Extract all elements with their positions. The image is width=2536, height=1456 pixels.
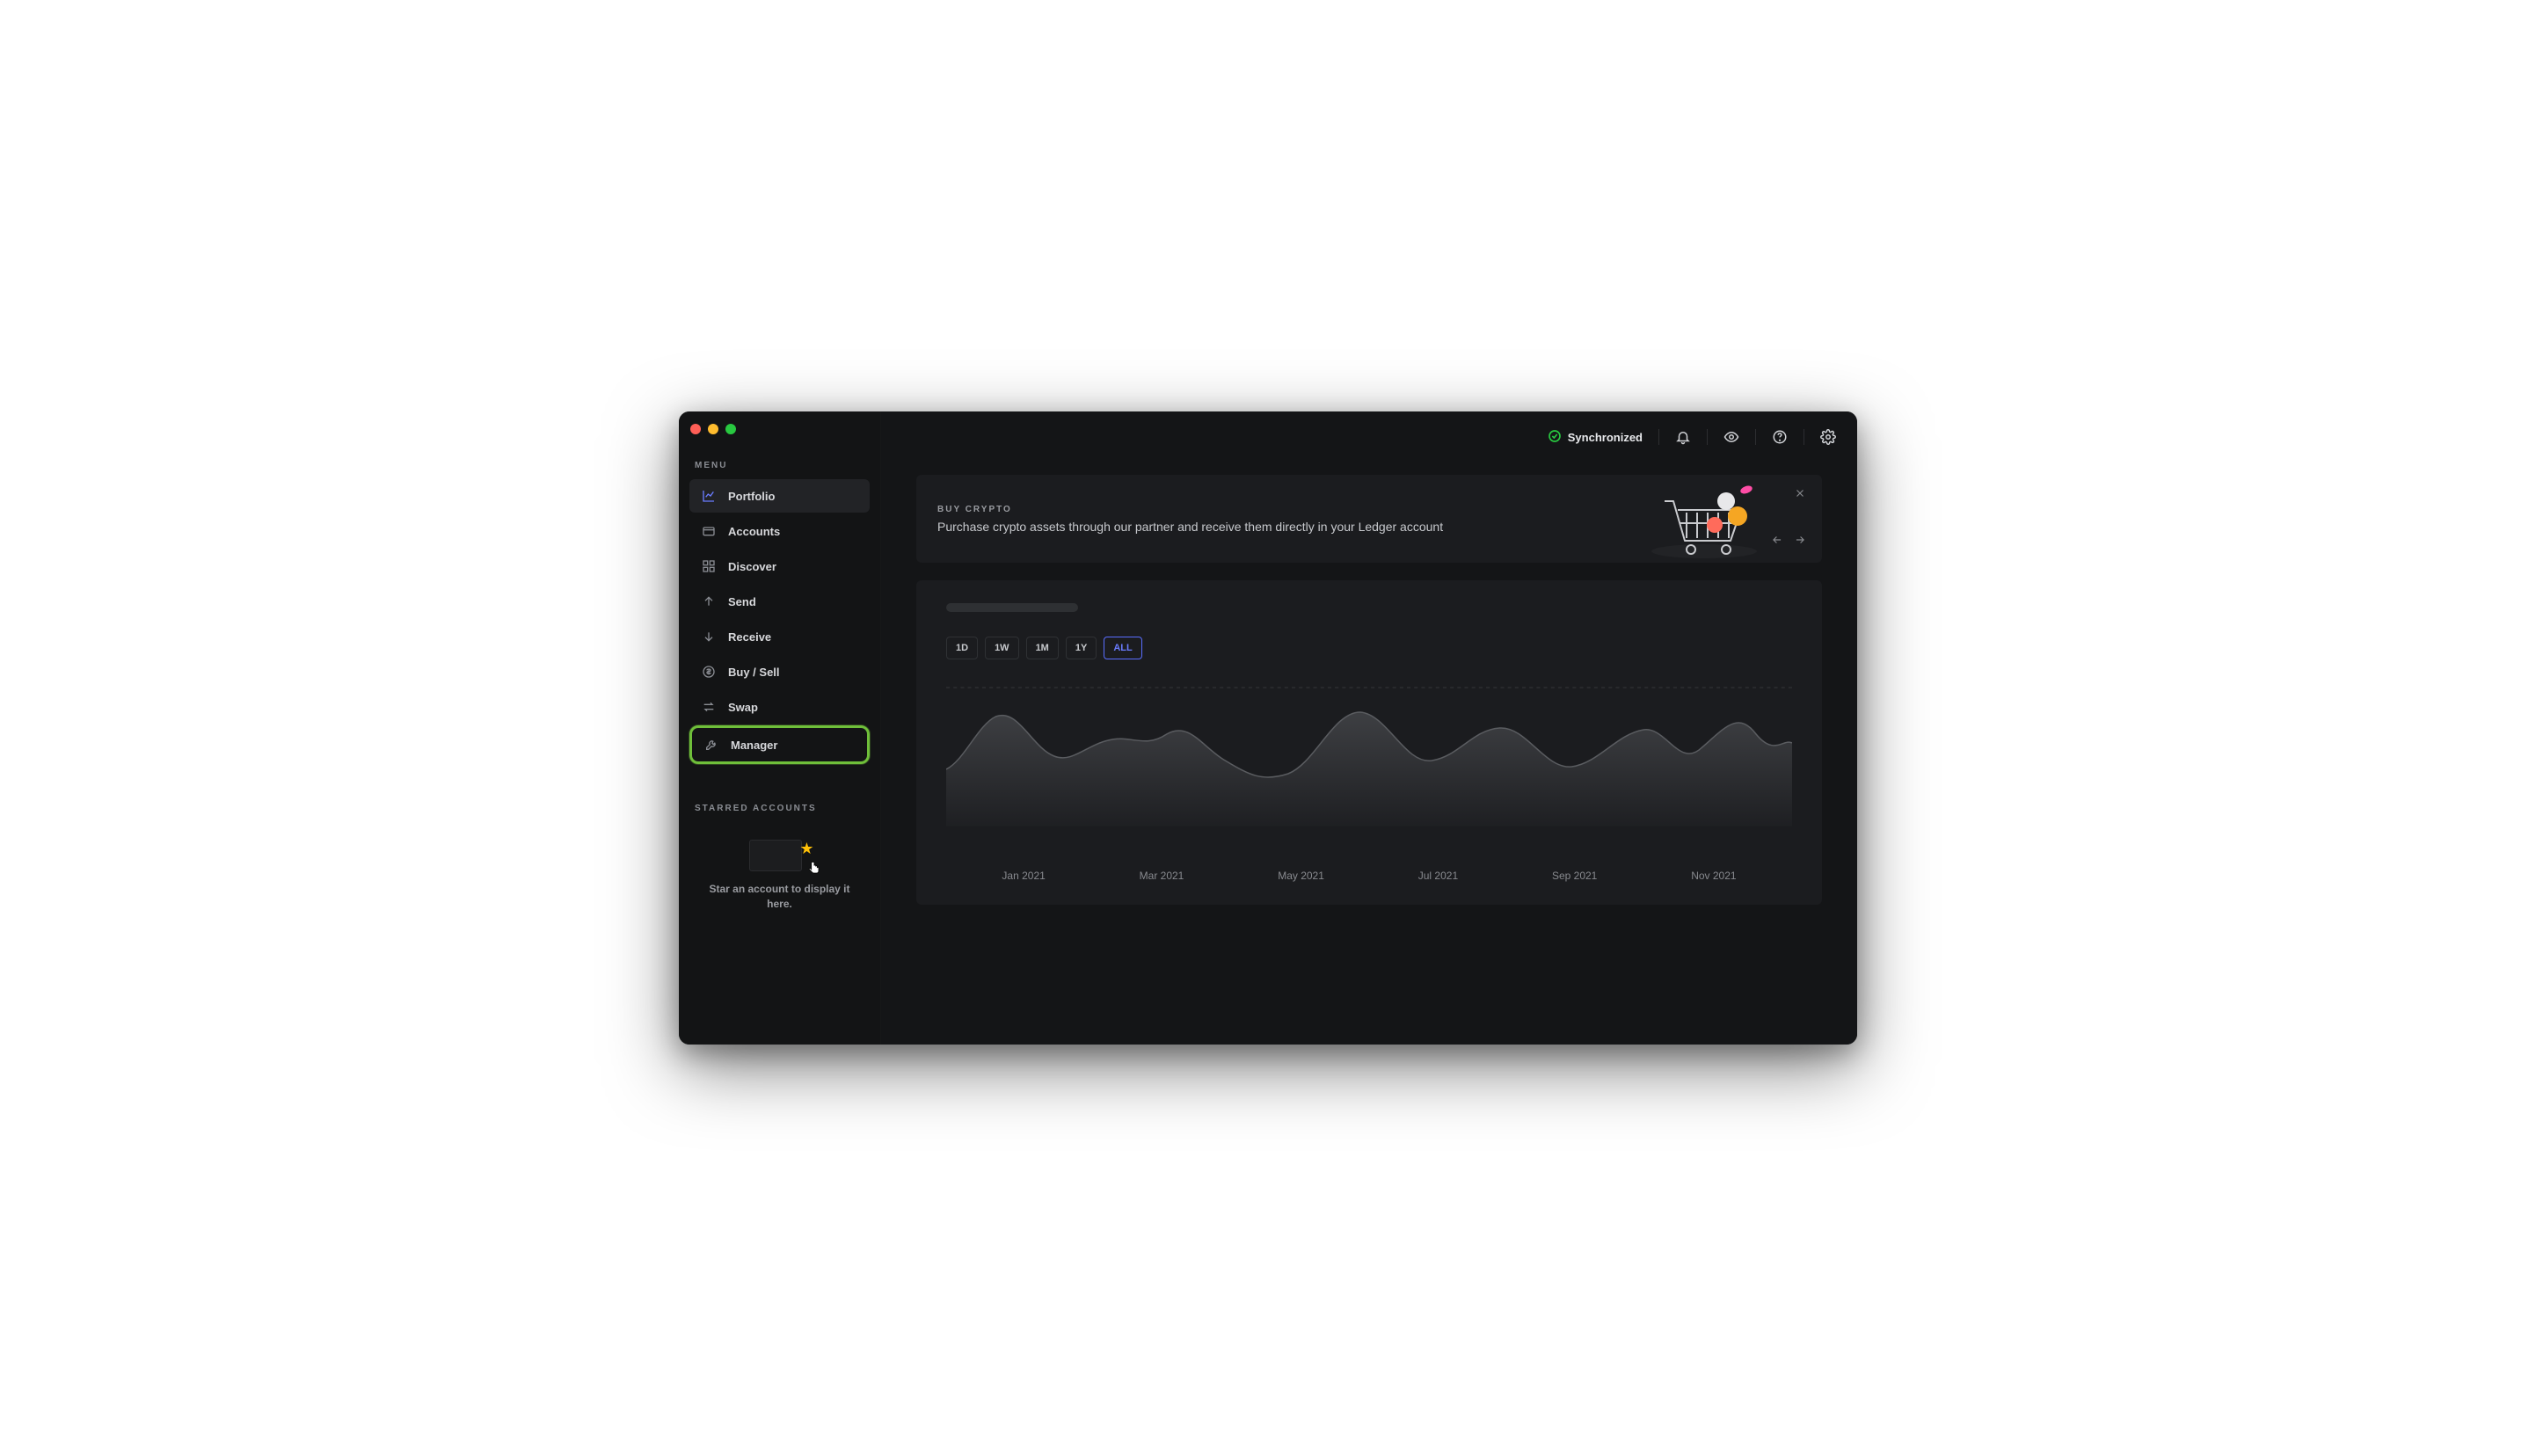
sidebar-item-portfolio[interactable]: Portfolio: [689, 479, 870, 513]
arrow-up-icon: [702, 594, 716, 608]
divider: [1707, 429, 1708, 445]
divider: [1658, 429, 1659, 445]
sidebar-item-accounts[interactable]: Accounts: [689, 514, 870, 548]
starred-placeholder: ★: [749, 838, 811, 873]
dollar-icon: [702, 665, 716, 679]
sidebar-item-label: Discover: [728, 560, 776, 573]
swap-icon: [702, 700, 716, 714]
close-window-button[interactable]: [690, 424, 701, 434]
maximize-window-button[interactable]: [725, 424, 736, 434]
sidebar-item-receive[interactable]: Receive: [689, 620, 870, 653]
arrow-down-icon: [702, 630, 716, 644]
x-tick: Sep 2021: [1552, 870, 1597, 882]
x-tick: Jan 2021: [1002, 870, 1045, 882]
promo-label: BUY CRYPTO: [937, 505, 1643, 514]
range-1y-button[interactable]: 1Y: [1066, 637, 1097, 659]
app-window: MENU Portfolio Accounts Discover: [679, 411, 1857, 1045]
promo-close-button[interactable]: [1794, 487, 1806, 504]
portfolio-area-chart: [946, 686, 1792, 857]
range-1m-button[interactable]: 1M: [1026, 637, 1059, 659]
starred-box-graphic: [749, 840, 802, 871]
range-1w-button[interactable]: 1W: [985, 637, 1019, 659]
wallet-icon: [702, 524, 716, 538]
content-area: BUY CRYPTO Purchase crypto assets throug…: [881, 462, 1857, 1045]
sidebar-item-label: Accounts: [728, 525, 780, 538]
sidebar-item-manager[interactable]: Manager: [689, 725, 870, 764]
starred-hint-text: Star an account to display it here.: [695, 882, 864, 912]
menu-section-label: MENU: [679, 461, 880, 479]
help-button[interactable]: [1772, 429, 1788, 445]
window-controls: [679, 424, 880, 461]
sidebar-item-label: Swap: [728, 701, 758, 714]
range-1d-button[interactable]: 1D: [946, 637, 978, 659]
sidebar-item-label: Buy / Sell: [728, 666, 780, 679]
x-tick: Jul 2021: [1418, 870, 1458, 882]
minimize-window-button[interactable]: [708, 424, 718, 434]
sidebar: MENU Portfolio Accounts Discover: [679, 411, 881, 1045]
sync-status-text: Synchronized: [1568, 431, 1643, 444]
sidebar-item-discover[interactable]: Discover: [689, 550, 870, 583]
notifications-button[interactable]: [1675, 429, 1691, 445]
starred-section-label: STARRED ACCOUNTS: [695, 804, 864, 822]
sync-status: Synchronized: [1548, 429, 1643, 446]
tools-icon: [704, 738, 718, 752]
starred-accounts-section: STARRED ACCOUNTS ★ Star an account to di…: [679, 804, 880, 912]
sidebar-item-label: Receive: [728, 630, 771, 644]
sidebar-item-label: Send: [728, 595, 756, 608]
topbar: Synchronized: [881, 411, 1857, 462]
promo-prev-button[interactable]: [1771, 534, 1783, 550]
chart-x-axis: Jan 2021 Mar 2021 May 2021 Jul 2021 Sep …: [946, 870, 1792, 882]
portfolio-chart-card: 1D 1W 1M 1Y ALL: [916, 580, 1822, 905]
x-tick: Nov 2021: [1691, 870, 1736, 882]
sidebar-item-buy-sell[interactable]: Buy / Sell: [689, 655, 870, 688]
check-circle-icon: [1548, 429, 1562, 446]
promo-cart-illustration: [1643, 479, 1766, 558]
sidebar-nav: Portfolio Accounts Discover Send: [679, 479, 880, 764]
star-icon: ★: [799, 840, 813, 858]
chart-line-icon: [702, 489, 716, 503]
x-tick: May 2021: [1278, 870, 1324, 882]
sidebar-item-label: Manager: [731, 739, 777, 752]
grid-icon: [702, 559, 716, 573]
divider: [1755, 429, 1756, 445]
sidebar-item-send[interactable]: Send: [689, 585, 870, 618]
visibility-toggle-button[interactable]: [1723, 429, 1739, 445]
sidebar-item-label: Portfolio: [728, 490, 775, 503]
promo-description: Purchase crypto assets through our partn…: [937, 520, 1643, 534]
promo-next-button[interactable]: [1794, 534, 1806, 550]
pointer-hand-icon: [805, 860, 823, 882]
time-range-selector: 1D 1W 1M 1Y ALL: [946, 637, 1792, 659]
x-tick: Mar 2021: [1140, 870, 1184, 882]
balance-placeholder: [946, 603, 1078, 612]
buy-crypto-promo: BUY CRYPTO Purchase crypto assets throug…: [916, 475, 1822, 563]
range-all-button[interactable]: ALL: [1104, 637, 1141, 659]
main-content: Synchronized BUY CRYPTO Pu: [881, 411, 1857, 1045]
settings-button[interactable]: [1820, 429, 1836, 445]
sidebar-item-swap[interactable]: Swap: [689, 690, 870, 724]
